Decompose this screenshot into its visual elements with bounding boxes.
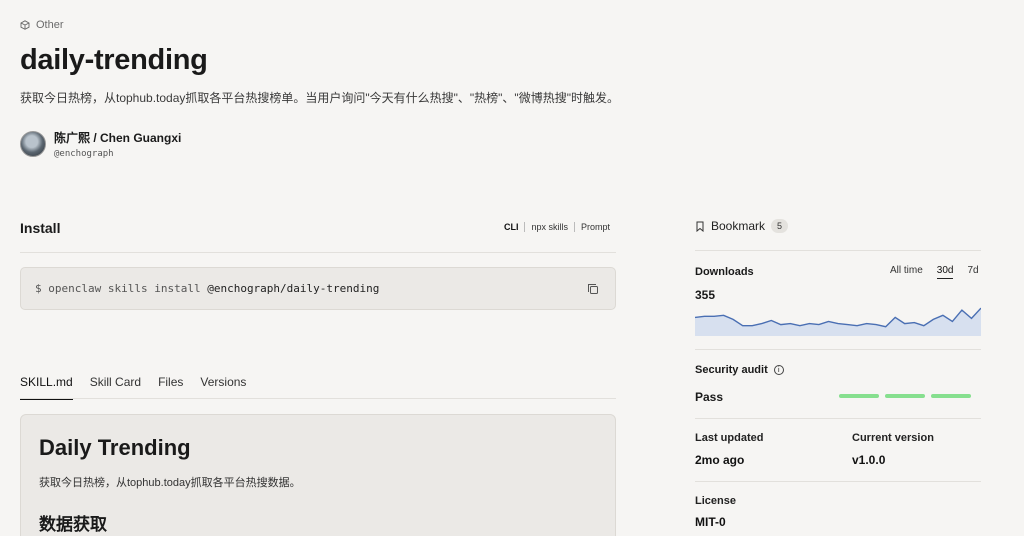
author-handle: @enchograph: [54, 149, 114, 159]
downloads-range-selector: All time 30d 7d: [890, 265, 979, 279]
security-audit-text: Security audit: [695, 364, 768, 376]
bookmark-count: 5: [771, 219, 789, 233]
range-30d[interactable]: 30d: [936, 265, 954, 279]
divider: [20, 252, 616, 253]
install-tab-cli[interactable]: CLI: [498, 222, 525, 232]
doc-subheading: 数据获取: [39, 515, 107, 534]
bookmark-icon: [696, 221, 704, 232]
divider: [695, 418, 981, 419]
current-version-label: Current version: [852, 432, 934, 444]
bookmark-button[interactable]: Bookmark 5: [695, 219, 789, 233]
divider: [20, 398, 616, 399]
install-method-tabs: CLI npx skills Prompt: [498, 222, 616, 232]
tab-files[interactable]: Files: [158, 375, 183, 400]
install-command-prefix: $ openclaw skills install: [35, 282, 201, 295]
author-block[interactable]: 陈广熙 / Chen Guangxi @enchograph: [20, 129, 181, 159]
security-bar: [839, 394, 879, 398]
install-tab-npx[interactable]: npx skills: [524, 222, 574, 232]
license-label: License: [695, 495, 736, 507]
page-description: 获取今日热榜，从tophub.today抓取各平台热搜榜单。当用户询问"今天有什…: [20, 91, 619, 105]
last-updated-value: 2mo ago: [695, 453, 745, 467]
install-heading: Install: [20, 220, 61, 236]
doc-paragraph: 获取今日热榜，从tophub.today抓取各平台热搜数据。: [39, 477, 301, 489]
security-bar: [885, 394, 925, 398]
downloads-sparkline: [695, 307, 981, 336]
install-command-package: @enchograph/daily-trending: [207, 282, 380, 295]
security-audit-label: Security audit i: [695, 364, 784, 376]
avatar[interactable]: [20, 131, 46, 157]
last-updated-label: Last updated: [695, 432, 764, 444]
downloads-value: 355: [695, 288, 716, 302]
cube-icon: [20, 20, 30, 30]
divider: [695, 349, 981, 350]
divider: [695, 481, 981, 482]
divider: [695, 250, 981, 251]
skill-doc-panel: Daily Trending 获取今日热榜，从tophub.today抓取各平台…: [20, 414, 616, 536]
security-audit-bars: [839, 394, 971, 398]
doc-heading: Daily Trending: [39, 435, 191, 460]
security-bar: [931, 394, 971, 398]
license-value: MIT-0: [695, 515, 726, 529]
category-text: Other: [36, 19, 64, 31]
info-icon[interactable]: i: [773, 365, 784, 375]
range-7d[interactable]: 7d: [967, 265, 978, 279]
content-tabs: SKILL.md Skill Card Files Versions: [20, 375, 246, 400]
bookmark-label: Bookmark: [711, 219, 766, 233]
security-audit-value: Pass: [695, 390, 724, 404]
page-title: daily-trending: [20, 44, 208, 76]
install-tab-prompt[interactable]: Prompt: [573, 222, 616, 232]
install-command-box[interactable]: $ openclaw skills install @enchograph/da…: [20, 267, 616, 310]
range-all-time[interactable]: All time: [890, 265, 923, 279]
copy-icon[interactable]: [587, 283, 599, 295]
tab-skill-md[interactable]: SKILL.md: [20, 375, 73, 400]
downloads-label: Downloads: [695, 266, 754, 278]
category-label: Other: [20, 19, 64, 31]
author-name[interactable]: 陈广熙 / Chen Guangxi: [54, 129, 181, 146]
tab-versions[interactable]: Versions: [200, 375, 246, 400]
tab-skill-card[interactable]: Skill Card: [90, 375, 141, 400]
current-version-value: v1.0.0: [852, 453, 886, 467]
